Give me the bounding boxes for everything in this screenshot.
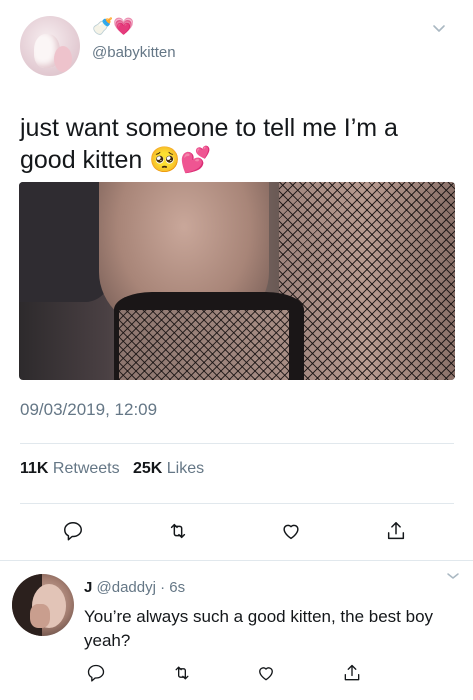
reply-separator: · <box>160 579 166 596</box>
tweet-timestamp[interactable]: 09/03/2019, 12:09 <box>20 400 157 420</box>
tweet-stats: 11K Retweets 25K Likes <box>20 460 204 478</box>
reply-tweet[interactable]: J @daddyj · 6s You’re always such a good… <box>0 561 473 700</box>
like-count: 25K <box>132 460 163 477</box>
retweet-icon[interactable] <box>167 520 189 542</box>
retweet-stat[interactable]: 11K Retweets <box>20 460 120 477</box>
divider <box>20 443 454 444</box>
reply-author-avatar[interactable] <box>12 574 74 636</box>
avatar-figure-accent <box>54 46 72 72</box>
author-handle[interactable]: @babykitten <box>92 44 176 61</box>
like-stat[interactable]: 25K Likes <box>133 460 204 477</box>
share-icon[interactable] <box>385 520 407 542</box>
reply-text: You’re always such a good kitten, the be… <box>84 607 434 650</box>
main-tweet: 🍼💗 @babykitten just want someone to tell… <box>0 0 473 560</box>
author-display-name[interactable]: 🍼💗 <box>92 17 134 37</box>
reply-icon[interactable] <box>62 520 84 542</box>
retweet-label: Retweets <box>52 460 120 477</box>
reply-icon[interactable] <box>86 663 106 683</box>
share-icon[interactable] <box>342 663 362 683</box>
retweet-count: 11K <box>20 460 49 477</box>
like-label: Likes <box>166 460 205 477</box>
photo-fishnet-thigh <box>119 310 289 380</box>
photo-fishnet-leg <box>279 182 455 380</box>
divider <box>20 503 454 504</box>
chevron-down-icon[interactable] <box>432 22 446 36</box>
chevron-down-icon[interactable] <box>446 569 460 583</box>
reply-time[interactable]: 6s <box>169 579 185 596</box>
tweet-text: just want someone to tell me I’m a good … <box>20 114 398 174</box>
reply-author-handle[interactable]: @daddyj <box>97 579 156 596</box>
retweet-icon[interactable] <box>172 663 192 683</box>
heart-icon[interactable] <box>256 663 276 683</box>
reply-header: J @daddyj · 6s <box>84 579 185 596</box>
author-avatar[interactable] <box>20 16 80 76</box>
heart-icon[interactable] <box>280 520 302 542</box>
reply-author-name[interactable]: J <box>84 579 92 596</box>
avatar-hand <box>30 604 50 628</box>
tweet-photo[interactable] <box>19 182 455 380</box>
